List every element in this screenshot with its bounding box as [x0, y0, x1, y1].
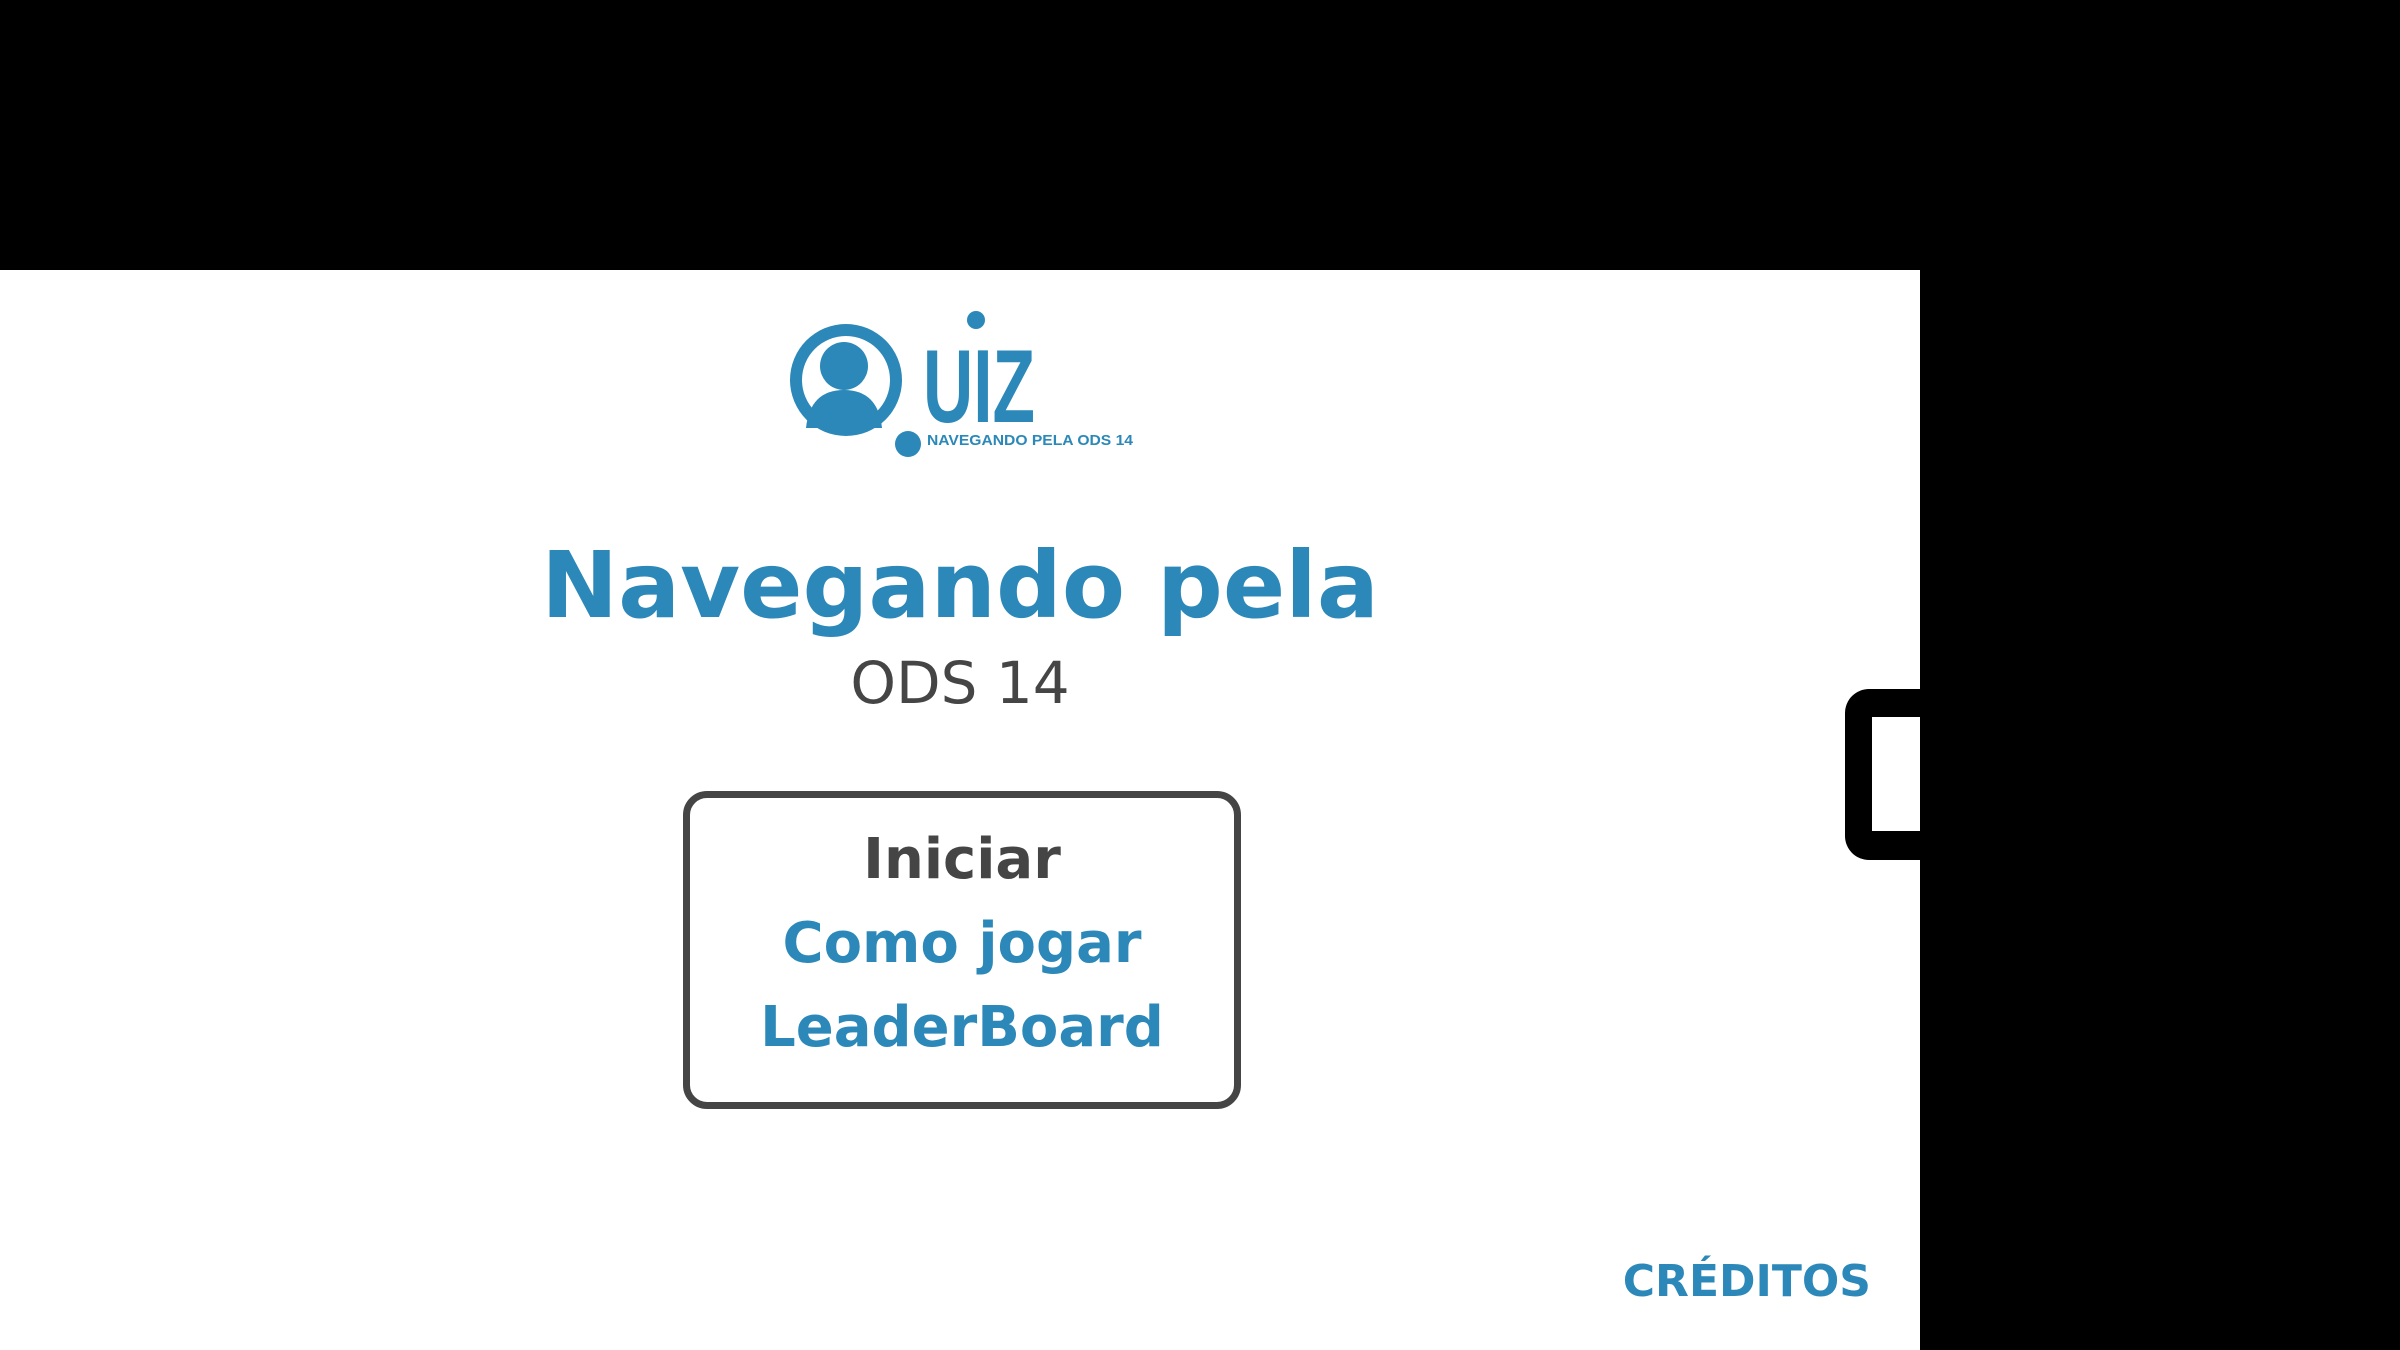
- page-subtitle: ODS 14: [850, 649, 1070, 717]
- person-icon: [820, 342, 868, 390]
- quiz-logo-wordmark: UIZ: [923, 329, 1035, 445]
- game-main-menu-screen: UIZ NAVEGANDO PELA ODS 14 Navegando pela…: [0, 270, 1920, 1350]
- how-to-play-button[interactable]: Como jogar: [690, 916, 1234, 972]
- leaderboard-button[interactable]: LeaderBoard: [690, 1000, 1234, 1056]
- quiz-logo: UIZ NAVEGANDO PELA ODS 14: [780, 310, 1160, 460]
- quiz-logo-graphic: UIZ NAVEGANDO PELA ODS 14: [790, 311, 1134, 457]
- main-menu-panel: Iniciar Como jogar LeaderBoard: [683, 791, 1241, 1109]
- app-window: UIZ NAVEGANDO PELA ODS 14 Navegando pela…: [0, 0, 2400, 1350]
- side-panel-handle[interactable]: [1845, 689, 1920, 860]
- credits-button[interactable]: CRÉDITOS: [1623, 1260, 1871, 1304]
- start-button[interactable]: Iniciar: [690, 832, 1234, 888]
- page-title: Navegando pela: [541, 532, 1379, 639]
- side-panel-handle-inner: [1872, 717, 1920, 831]
- quiz-logo-tagline: NAVEGANDO PELA ODS 14: [927, 432, 1134, 449]
